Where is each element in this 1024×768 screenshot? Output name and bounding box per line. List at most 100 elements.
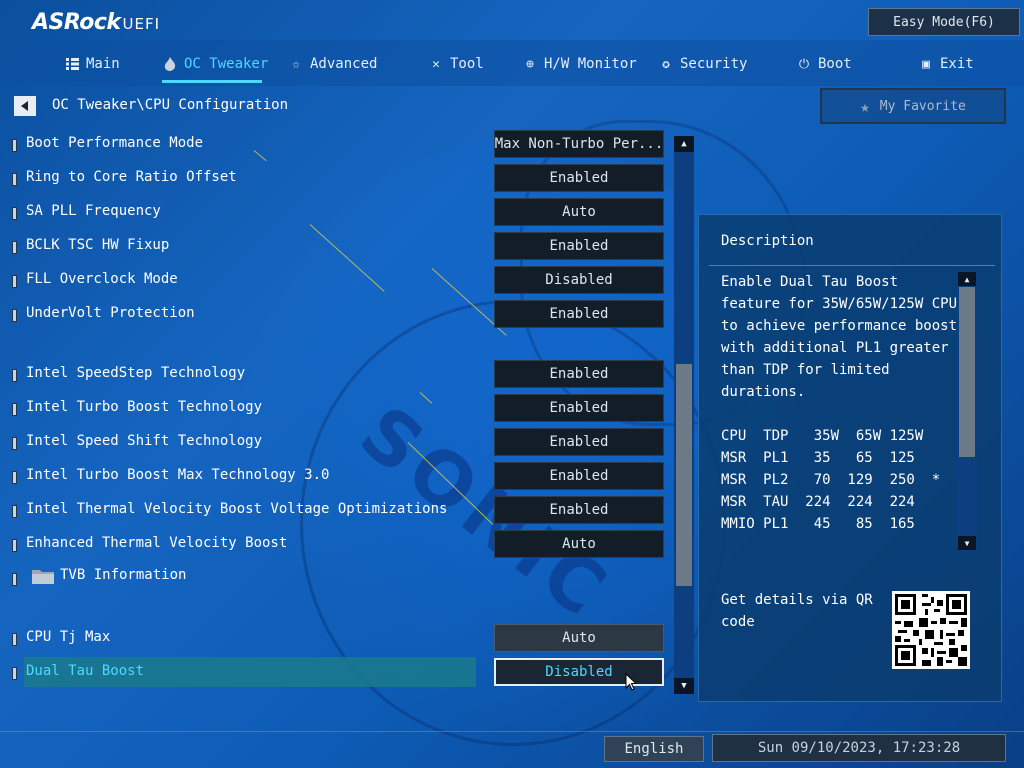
description-body: Enable Dual Tau Boost feature for 35W/65… [721,274,958,532]
scroll-down-button[interactable]: ▼ [674,678,694,694]
row-bullet [12,309,17,322]
setting-label: Dual Tau Boost [26,663,145,679]
tab-label: OC Tweaker [184,56,269,72]
setting-row-bclk-tsc-hw-fixup[interactable]: BCLK TSC HW Fixup Enabled [0,232,670,262]
row-bullet [12,573,17,586]
tab-label: H/W Monitor [544,56,637,72]
setting-row-dual-tau-boost[interactable]: Dual Tau Boost Disabled [0,657,670,688]
row-bullet [12,505,17,518]
setting-row-intel-tvb-voltage-optimizations[interactable]: Intel Thermal Velocity Boost Voltage Opt… [0,496,670,526]
list-icon [64,56,80,72]
tab-oc-tweaker[interactable]: OC Tweaker [162,52,268,76]
setting-label: Intel Turbo Boost Technology [26,399,263,415]
row-bullet [12,403,17,416]
setting-row-intel-speedstep[interactable]: Intel SpeedStep Technology Enabled [0,360,670,390]
setting-row-intel-turbo-boost-max-3[interactable]: Intel Turbo Boost Max Technology 3.0 Ena… [0,462,670,492]
language-button[interactable]: English [604,736,704,762]
setting-label: BCLK TSC HW Fixup [26,237,170,253]
scroll-up-button[interactable]: ▲ [674,136,694,152]
setting-row-intel-speed-shift[interactable]: Intel Speed Shift Technology Enabled [0,428,670,458]
scroll-thumb[interactable] [959,287,975,457]
setting-row-ring-to-core-ratio-offset[interactable]: Ring to Core Ratio Offset Enabled [0,164,670,194]
setting-value-button[interactable]: Enabled [494,496,664,524]
setting-row-fll-overclock-mode[interactable]: FLL Overclock Mode Disabled [0,266,670,296]
setting-value-button[interactable]: Enabled [494,462,664,490]
setting-value-button[interactable]: Disabled [494,266,664,294]
divider [709,265,995,266]
footer-divider [0,731,1024,732]
tab-label: Exit [940,56,974,72]
tab-label: Security [680,56,748,72]
row-bullet [12,633,17,646]
setting-value-button[interactable]: Disabled [494,658,664,686]
row-bullet [12,539,17,552]
setting-row-sa-pll-frequency[interactable]: SA PLL Frequency Auto [0,198,670,228]
scroll-down-button[interactable]: ▼ [958,536,976,550]
row-bullet [12,207,17,220]
setting-row-cpu-tj-max[interactable]: CPU Tj Max Auto [0,624,670,654]
power-icon: ⏻ [798,56,810,72]
setting-value-button[interactable]: Auto [494,624,664,652]
qr-caption: Get details via QR code [721,592,873,630]
tab-label: Boot [818,56,852,72]
back-arrow-icon [21,101,28,111]
active-tab-indicator [162,80,262,83]
mouse-cursor-icon [625,672,638,695]
scroll-thumb[interactable] [676,364,692,586]
setting-value-button[interactable]: Enabled [494,394,664,422]
tools-icon: ✕ [432,56,440,72]
flame-icon [162,56,178,72]
tab-exit[interactable]: ▣ Exit [918,52,974,76]
tab-advanced[interactable]: ☆ Advanced [288,52,377,76]
qr-code [892,591,970,669]
tab-hw-monitor[interactable]: ⊕ H/W Monitor [522,52,637,76]
tab-tool[interactable]: ✕ Tool [428,52,484,76]
setting-row-intel-turbo-boost[interactable]: Intel Turbo Boost Technology Enabled [0,394,670,424]
setting-value-button[interactable]: Enabled [494,164,664,192]
tab-security[interactable]: ✪ Security [658,52,747,76]
setting-value-button[interactable]: Enabled [494,360,664,388]
folder-icon [32,568,54,588]
setting-value-button[interactable]: Auto [494,530,664,558]
setting-label: SA PLL Frequency [26,203,161,219]
setting-row-enhanced-tvb[interactable]: Enhanced Thermal Velocity Boost Auto [0,530,670,560]
star-icon: ★ [860,96,870,116]
tab-label: Tool [450,56,484,72]
tab-boot[interactable]: ⏻ Boot [796,52,852,76]
setting-value-button[interactable]: Max Non-Turbo Per... [494,130,664,158]
description-scrollbar[interactable]: ▲ ▼ [957,271,977,551]
setting-label: Intel Speed Shift Technology [26,433,263,449]
datetime-display: Sun 09/10/2023, 17:23:28 [712,734,1006,762]
scroll-up-button[interactable]: ▲ [958,272,976,286]
my-favorite-button[interactable]: ★ My Favorite [820,88,1006,124]
description-panel: Description Enable Dual Tau Boost featur… [698,214,1002,702]
star-icon: ☆ [292,56,300,72]
breadcrumb: OC Tweaker\CPU Configuration [52,97,289,113]
setting-value-button[interactable]: Enabled [494,232,664,260]
submenu-label: TVB Information [60,567,187,583]
setting-value-button[interactable]: Enabled [494,428,664,456]
setting-value-button[interactable]: Enabled [494,300,664,328]
setting-label: Intel Thermal Velocity Boost Voltage Opt… [26,501,448,517]
exit-icon: ▣ [922,56,930,72]
settings-scrollbar[interactable]: ▲ ▼ [674,136,694,694]
easy-mode-button[interactable]: Easy Mode(F6) [868,8,1020,36]
tab-label: Advanced [310,56,378,72]
setting-label: Intel Turbo Boost Max Technology 3.0 [26,467,330,483]
row-bullet [12,139,17,152]
my-favorite-label: My Favorite [879,98,966,114]
row-bullet [12,241,17,254]
row-bullet [12,173,17,186]
setting-label: UnderVolt Protection [26,305,195,321]
shield-icon: ✪ [662,56,670,72]
tab-label: Main [86,56,120,72]
setting-row-undervolt-protection[interactable]: UnderVolt Protection Enabled [0,300,670,330]
setting-value-button[interactable]: Auto [494,198,664,226]
tab-main[interactable]: Main [64,52,120,76]
back-button[interactable] [14,96,36,116]
submenu-tvb-information[interactable]: TVB Information [0,564,470,590]
description-title: Description [721,233,814,249]
asrock-logo: ASRock UEFI [32,10,161,35]
setting-label: Boot Performance Mode [26,135,204,151]
setting-row-boot-performance-mode[interactable]: Boot Performance Mode Max Non-Turbo Per.… [0,130,670,160]
